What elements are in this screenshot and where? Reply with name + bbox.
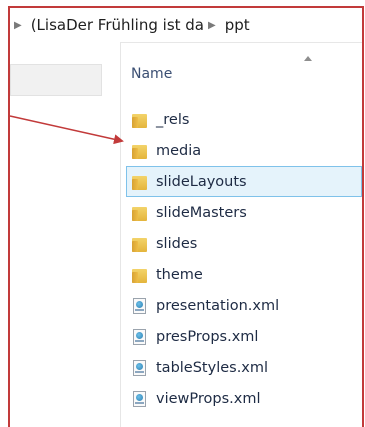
list-item-theme[interactable]: theme <box>121 259 362 290</box>
xml-file-icon <box>132 328 148 345</box>
folder-icon <box>132 143 148 159</box>
folder-icon <box>132 267 148 283</box>
list-item-presentation-xml[interactable]: presentation.xml <box>121 290 362 321</box>
list-item-media[interactable]: media <box>121 135 362 166</box>
folder-icon <box>132 205 148 221</box>
item-label: slideMasters <box>156 204 247 221</box>
xml-file-icon <box>132 359 148 376</box>
list-item-slides[interactable]: slides <box>121 228 362 259</box>
address-bar[interactable]: ▶ (LisaDer Frühling ist da ▶ ppt <box>10 8 362 43</box>
list-item-slidelayouts[interactable]: slideLayouts <box>121 166 362 197</box>
item-label: presentation.xml <box>156 297 280 314</box>
xml-file-icon <box>132 297 148 314</box>
list-item-rels[interactable]: _rels <box>121 104 362 135</box>
chevron-right-icon[interactable]: ▶ <box>14 20 22 31</box>
navigation-pane <box>10 42 121 427</box>
item-label: theme <box>156 266 203 283</box>
list-item-presprops-xml[interactable]: presProps.xml <box>121 321 362 352</box>
chevron-right-icon[interactable]: ▶ <box>208 20 216 31</box>
folder-icon <box>132 236 148 252</box>
sort-ascending-icon <box>304 56 312 61</box>
item-label: tableStyles.xml <box>156 359 269 376</box>
folder-icon <box>132 112 148 128</box>
breadcrumb-segment-parent[interactable]: (LisaDer Frühling ist da <box>31 16 204 34</box>
nav-pane-field[interactable] <box>10 64 102 96</box>
item-label: presProps.xml <box>156 328 259 345</box>
item-label: _rels <box>156 111 190 128</box>
xml-file-icon <box>132 390 148 407</box>
breadcrumb-segment-current[interactable]: ppt <box>225 16 250 34</box>
item-label: media <box>156 142 202 159</box>
item-label: slideLayouts <box>156 173 247 190</box>
file-list: _rels media slideLayouts slideMasters sl… <box>121 104 362 414</box>
list-item-slidemasters[interactable]: slideMasters <box>121 197 362 228</box>
file-list-pane: Name _rels media slideLayouts slideMaste… <box>121 42 362 427</box>
item-label: viewProps.xml <box>156 390 261 407</box>
list-item-viewprops-xml[interactable]: viewProps.xml <box>121 383 362 414</box>
list-item-tablestyles-xml[interactable]: tableStyles.xml <box>121 352 362 383</box>
item-label: slides <box>156 235 198 252</box>
folder-icon <box>132 174 148 190</box>
column-header-name[interactable]: Name <box>131 66 172 82</box>
